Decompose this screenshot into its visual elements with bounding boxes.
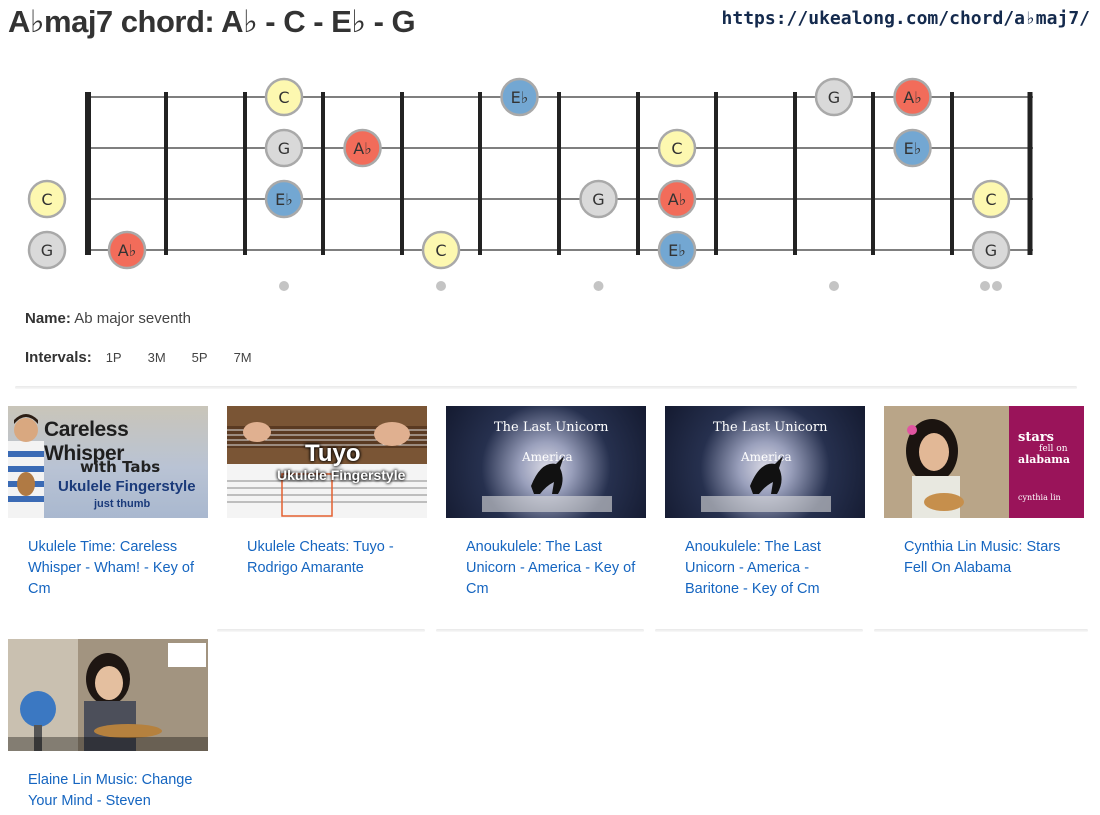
note-marker-root[interactable]: A♭ (893, 77, 932, 117)
thumbnail-title: stars (1018, 430, 1054, 445)
note-label: E♭ (904, 139, 922, 158)
note-label: C (41, 190, 52, 209)
note-marker-root[interactable]: A♭ (343, 128, 382, 168)
card-shadow (436, 629, 644, 632)
note-marker-third[interactable]: C (27, 179, 67, 219)
video-title-link[interactable]: Ukulele Cheats: Tuyo - Rodrigo Amarante (247, 537, 422, 579)
note-marker-third[interactable]: C (421, 230, 461, 270)
thumbnail-subtitle: with Tabs (80, 458, 161, 476)
note-label: E♭ (275, 190, 293, 209)
thumbnail-subtitle: Ukulele Fingerstyle (277, 467, 406, 483)
chord-name-row: Name: Ab major seventh (25, 310, 191, 327)
note-marker-fifth[interactable]: E♭ (893, 128, 932, 168)
intervals-row: Intervals: 1P 3M 5P 7M (25, 349, 270, 366)
chord-name-value: Ab major seventh (74, 310, 191, 327)
interval-2: 3M (147, 350, 166, 365)
musician-photo (8, 639, 208, 751)
video-thumbnail[interactable] (8, 639, 208, 751)
note-label: C (278, 88, 289, 107)
note-label: E♭ (511, 88, 529, 107)
note-marker-fifth[interactable]: E♭ (264, 179, 304, 219)
thumbnail-subtitle: Ukulele Fingerstyle (58, 478, 196, 495)
note-marker-fifth[interactable]: E♭ (500, 77, 539, 117)
fret-marker-dot (279, 281, 289, 291)
video-card[interactable]: The Last Unicorn America Anoukulele: The… (665, 406, 865, 600)
thumbnail-subtitle: cynthia lin (1018, 493, 1061, 502)
card-shadow (217, 629, 425, 632)
video-title-link[interactable]: Anoukulele: The Last Unicorn - America -… (685, 537, 860, 600)
fretboard-diagram: C G C E♭ G A♭ G A♭ C E♭ E♭ G A♭ C A♭ C E♭ G (27, 77, 1033, 291)
note-marker-seventh[interactable]: G (579, 179, 618, 219)
video-title-link[interactable]: Cynthia Lin Music: Stars Fell On Alabama (904, 537, 1079, 579)
note-label: G (828, 88, 840, 107)
video-title-link[interactable]: Ukulele Time: Careless Whisper - Wham! -… (28, 537, 203, 600)
note-label: G (278, 139, 290, 158)
chord-name-label: Name: (25, 310, 71, 327)
note-marker-root[interactable]: A♭ (657, 179, 697, 219)
fret-marker-dot (829, 281, 839, 291)
note-label: A♭ (118, 241, 137, 260)
video-card[interactable]: Tuyo Ukulele Fingerstyle Ukulele Cheats:… (227, 406, 427, 579)
card-shadow (874, 629, 1088, 632)
note-label: C (435, 241, 446, 260)
fret-marker-dot (593, 281, 604, 291)
video-thumbnail[interactable]: The Last Unicorn America (446, 406, 646, 518)
note-label: A♭ (668, 190, 687, 209)
note-marker-third[interactable]: C (264, 77, 304, 117)
note-marker-seventh[interactable]: G (971, 230, 1011, 270)
video-thumbnail[interactable]: Tuyo Ukulele Fingerstyle (227, 406, 427, 518)
thumbnail-subtitle: just thumb (94, 498, 151, 510)
note-marker-third[interactable]: C (657, 128, 697, 168)
note-label: A♭ (903, 88, 922, 107)
note-label: G (41, 241, 53, 260)
card-shadow (655, 629, 863, 632)
video-thumbnail[interactable]: The Last Unicorn America (665, 406, 865, 518)
note-label: C (671, 139, 682, 158)
note-marker-third[interactable]: C (971, 179, 1011, 219)
video-card[interactable]: Careless Whisper with Tabs Ukulele Finge… (8, 406, 208, 600)
note-label: G (985, 241, 997, 260)
video-card[interactable]: stars fell on alabama cynthia lin Cynthi… (884, 406, 1084, 579)
note-marker-seventh[interactable]: G (814, 77, 854, 117)
video-thumbnail[interactable]: Careless Whisper with Tabs Ukulele Finge… (8, 406, 208, 518)
note-label: E♭ (668, 241, 686, 260)
section-divider (15, 386, 1077, 389)
page-title: A♭maj7 chord: A♭ - C - E♭ - G (8, 4, 416, 39)
fret-marker-dot (992, 281, 1002, 291)
video-card[interactable]: The Last Unicorn America Anoukulele: The… (446, 406, 646, 600)
video-thumbnail[interactable]: stars fell on alabama cynthia lin (884, 406, 1084, 518)
interval-4: 7M (233, 350, 252, 365)
chord-url-link[interactable]: https://ukealong.com/chord/a♭maj7/ (722, 8, 1090, 29)
note-label: G (592, 190, 604, 209)
note-label: A♭ (353, 139, 372, 158)
video-card[interactable]: Elaine Lin Music: Change Your Mind - Ste… (8, 639, 208, 812)
fret-marker-dot (436, 281, 446, 291)
intervals-label: Intervals: (25, 349, 92, 366)
unicorn-illustration (482, 456, 612, 512)
interval-3: 5P (191, 350, 208, 365)
note-marker-seventh[interactable]: G (27, 230, 67, 270)
fret-marker-dot (980, 281, 990, 291)
note-marker-seventh[interactable]: G (264, 128, 304, 168)
video-title-link[interactable]: Anoukulele: The Last Unicorn - America -… (466, 537, 641, 600)
note-label: C (985, 190, 996, 209)
thumbnail-subtitle: alabama (1018, 453, 1071, 466)
video-title-link[interactable]: Elaine Lin Music: Change Your Mind - Ste… (28, 770, 203, 812)
note-marker-fifth[interactable]: E♭ (657, 230, 697, 270)
note-marker-root[interactable]: A♭ (107, 230, 147, 270)
interval-1: 1P (105, 350, 122, 365)
thumbnail-title: Tuyo (305, 440, 361, 467)
unicorn-illustration (701, 456, 831, 512)
